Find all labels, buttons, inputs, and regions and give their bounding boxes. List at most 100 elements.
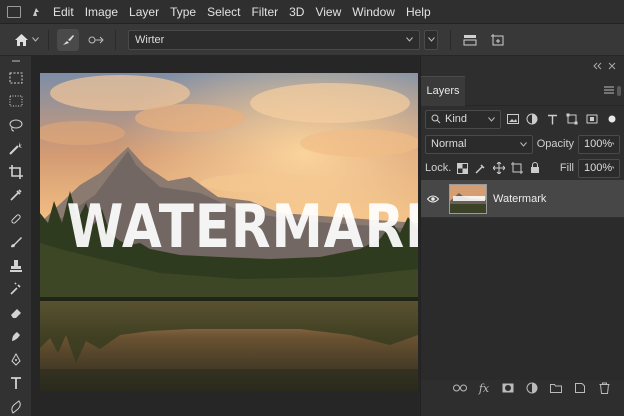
- tools-panel: [0, 56, 32, 416]
- lock-icon: [530, 162, 539, 173]
- layer-row[interactable]: Watermark: [421, 180, 624, 218]
- new-layer-button[interactable]: [573, 381, 587, 395]
- menu-filter[interactable]: Filter: [251, 5, 278, 19]
- chevron-down-icon: [612, 165, 614, 169]
- blend-mode-select[interactable]: Normal: [425, 134, 533, 154]
- menu-type[interactable]: Type: [170, 5, 196, 19]
- link-layers-button[interactable]: [453, 381, 467, 395]
- menu-view[interactable]: View: [315, 5, 341, 19]
- filter-kind-select[interactable]: Kind: [425, 109, 501, 129]
- tool-preset-button[interactable]: [57, 28, 79, 51]
- tool-magic-wand[interactable]: [0, 137, 32, 161]
- new-group-button[interactable]: [549, 381, 563, 395]
- add-mask-button[interactable]: [501, 381, 515, 395]
- document-canvas[interactable]: WATERMARK: [40, 73, 418, 391]
- chevron-down-icon: [406, 37, 413, 42]
- hamburger-icon: [604, 86, 614, 93]
- scrollbar[interactable]: [616, 86, 622, 366]
- chevron-down-icon: [487, 116, 495, 122]
- add-style-button[interactable]: fx: [477, 381, 491, 395]
- close-panel-icon[interactable]: [608, 62, 616, 70]
- menu-help[interactable]: Help: [406, 5, 431, 19]
- filter-shape-button[interactable]: [564, 111, 580, 127]
- options-bar: Wirter: [0, 24, 624, 56]
- filter-type-button[interactable]: [544, 111, 560, 127]
- tool-eyedropper[interactable]: [0, 184, 32, 208]
- menu-select[interactable]: Select: [207, 5, 240, 19]
- tool-path-select[interactable]: [0, 395, 32, 416]
- tool-lasso[interactable]: [0, 113, 32, 137]
- filter-smart-object-button[interactable]: [584, 111, 600, 127]
- home-icon: [15, 33, 28, 46]
- filter-pixel-button[interactable]: [505, 111, 521, 127]
- new-adjustment-button[interactable]: [525, 381, 539, 395]
- visibility-toggle[interactable]: [421, 195, 445, 203]
- align-button[interactable]: [459, 29, 481, 51]
- tool-healing[interactable]: [0, 207, 32, 231]
- font-style-select[interactable]: [424, 29, 438, 50]
- lasso-icon: [9, 119, 23, 132]
- chevron-down-icon: [32, 37, 39, 42]
- tool-marquee-alt[interactable]: [0, 90, 32, 114]
- folder-icon: [550, 384, 562, 393]
- chevron-down-icon: [519, 141, 527, 147]
- smart-object-icon: [586, 114, 598, 124]
- home-button[interactable]: [14, 33, 40, 47]
- trash-icon: [599, 382, 609, 394]
- tool-pen[interactable]: [0, 348, 32, 372]
- lock-artboard-button[interactable]: [510, 160, 524, 176]
- tool-marquee[interactable]: [0, 66, 32, 90]
- menu-window[interactable]: Window: [352, 5, 395, 19]
- new-layer-icon: [575, 383, 585, 393]
- delete-layer-button[interactable]: [597, 381, 611, 395]
- tool-history-brush[interactable]: [0, 278, 32, 302]
- menu-image[interactable]: Image: [85, 5, 118, 19]
- link-icon: [453, 384, 467, 392]
- tool-eraser[interactable]: [0, 301, 32, 325]
- panel-grip[interactable]: [0, 56, 32, 66]
- brush-preset-icon: [63, 34, 74, 45]
- tool-type[interactable]: [0, 372, 32, 396]
- healing-brush-icon: [11, 214, 21, 224]
- panel-tab-bar: Layers: [421, 75, 624, 106]
- lock-position-button[interactable]: [492, 160, 506, 176]
- brush-icon: [11, 237, 22, 248]
- opacity-input[interactable]: 100%: [578, 134, 620, 154]
- move-icon: [492, 162, 505, 174]
- lock-all-button[interactable]: [528, 160, 542, 176]
- brush-icon: [475, 163, 485, 174]
- adjustment-icon: [526, 113, 538, 125]
- opacity-label: Opacity: [536, 138, 574, 150]
- warp-button[interactable]: [85, 29, 107, 51]
- menu-edit[interactable]: Edit: [53, 5, 74, 19]
- tool-gradient[interactable]: [0, 325, 32, 349]
- font-family-select[interactable]: Wirter: [128, 29, 420, 50]
- tool-crop[interactable]: [0, 160, 32, 184]
- filter-adjustment-button[interactable]: [525, 111, 541, 127]
- tool-stamp[interactable]: [0, 254, 32, 278]
- window-control-icon[interactable]: [7, 5, 21, 18]
- menu-3d[interactable]: 3D: [289, 5, 304, 19]
- fx-icon: fx: [478, 381, 490, 395]
- menu-layer[interactable]: Layer: [129, 5, 159, 19]
- lock-transparent-button[interactable]: [455, 160, 469, 176]
- image-icon: [506, 114, 519, 124]
- canvas-area[interactable]: WATERMARK: [32, 56, 420, 416]
- tool-brush[interactable]: [0, 231, 32, 255]
- magic-wand-icon: [9, 142, 22, 155]
- tab-layers[interactable]: Layers: [421, 75, 465, 106]
- adjustment-icon: [526, 382, 538, 394]
- lock-pixels-button[interactable]: [473, 160, 487, 176]
- crop-icon: [9, 164, 23, 179]
- divider: [115, 29, 116, 50]
- transform-button[interactable]: [487, 29, 509, 51]
- type-icon: [547, 114, 557, 124]
- lock-row: Lock. Fill 100%: [421, 156, 624, 180]
- collapse-panel-icon[interactable]: [592, 62, 602, 70]
- artboard-icon: [510, 162, 523, 174]
- toggle-dot-icon: [608, 115, 616, 123]
- watermark-text[interactable]: WATERMARK: [66, 197, 418, 257]
- layer-name[interactable]: Watermark: [493, 193, 546, 205]
- shape-icon: [566, 113, 578, 125]
- fill-input[interactable]: 100%: [577, 158, 620, 178]
